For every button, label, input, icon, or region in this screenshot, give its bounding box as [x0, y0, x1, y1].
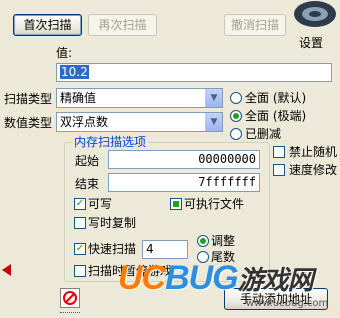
cheat-engine-logo[interactable]: [289, 0, 340, 34]
fast-scan-value-input[interactable]: 4: [142, 240, 188, 259]
speed-mod-checkbox[interactable]: [273, 164, 285, 176]
copy-on-write-label: 写时复制: [88, 216, 137, 230]
end-address-input[interactable]: 7fffffff: [108, 173, 260, 192]
chevron-down-icon[interactable]: ▼: [205, 113, 222, 131]
scan-type-label: 扫描类型: [4, 92, 53, 106]
value-label: 值:: [56, 46, 73, 60]
stop-icon[interactable]: [60, 288, 80, 308]
radio-all-extreme-label: 全面 (极端): [245, 109, 307, 123]
value-input[interactable]: 10.2: [56, 63, 332, 82]
value-type-label: 数值类型: [4, 116, 53, 130]
radio-all-default[interactable]: [230, 92, 242, 104]
settings-label[interactable]: 设置: [299, 34, 323, 51]
first-scan-button[interactable]: 首次扫描: [13, 14, 82, 36]
speed-mod-label: 速度修改: [289, 163, 338, 177]
pause-during-scan-label: 扫描时暂停游戏: [88, 264, 173, 278]
next-scan-button[interactable]: 再次扫描: [88, 14, 157, 36]
radio-all-extreme[interactable]: [230, 110, 242, 122]
writable-label: 可写: [88, 197, 113, 211]
chevron-down-icon[interactable]: ▼: [205, 89, 222, 107]
memory-scan-options-title: 内存扫描选项: [72, 133, 149, 150]
start-address-input[interactable]: 00000000: [108, 150, 260, 169]
radio-deleted[interactable]: [230, 128, 242, 140]
end-address-label: 结束: [75, 177, 100, 191]
align-label: 调整: [211, 234, 236, 248]
radio-all-default-label: 全面 (默认): [245, 91, 307, 105]
separator-line: [60, 312, 80, 313]
writable-checkbox[interactable]: ✓: [74, 198, 86, 210]
pause-during-scan-checkbox[interactable]: [74, 265, 86, 277]
value-type-value: 双浮点数: [60, 115, 109, 129]
disable-random-label: 禁止随机: [289, 145, 338, 159]
add-address-manually-button[interactable]: 手动添加地址: [224, 288, 328, 310]
scroll-arrow-icon[interactable]: [0, 262, 12, 278]
disable-random-checkbox[interactable]: [273, 146, 285, 158]
undo-scan-button[interactable]: 撤消扫描: [224, 14, 286, 36]
last-digits-label: 尾数: [211, 250, 236, 264]
scan-type-select[interactable]: 精确值 ▼: [56, 88, 223, 108]
value-type-select[interactable]: 双浮点数 ▼: [56, 112, 223, 132]
scan-type-value: 精确值: [60, 91, 97, 105]
executable-checkbox[interactable]: [170, 198, 182, 210]
copy-on-write-checkbox[interactable]: [74, 217, 86, 229]
fast-scan-checkbox[interactable]: ✓: [74, 243, 86, 255]
fast-scan-label: 快速扫描: [88, 242, 137, 256]
last-digits-radio[interactable]: [197, 251, 209, 263]
executable-label: 可执行文件: [184, 197, 245, 211]
start-address-label: 起始: [75, 154, 100, 168]
logo-icon: [294, 1, 336, 27]
value-selected-text: 10.2: [60, 65, 89, 79]
radio-deleted-label: 已删减: [245, 127, 282, 141]
align-radio[interactable]: [197, 235, 209, 247]
